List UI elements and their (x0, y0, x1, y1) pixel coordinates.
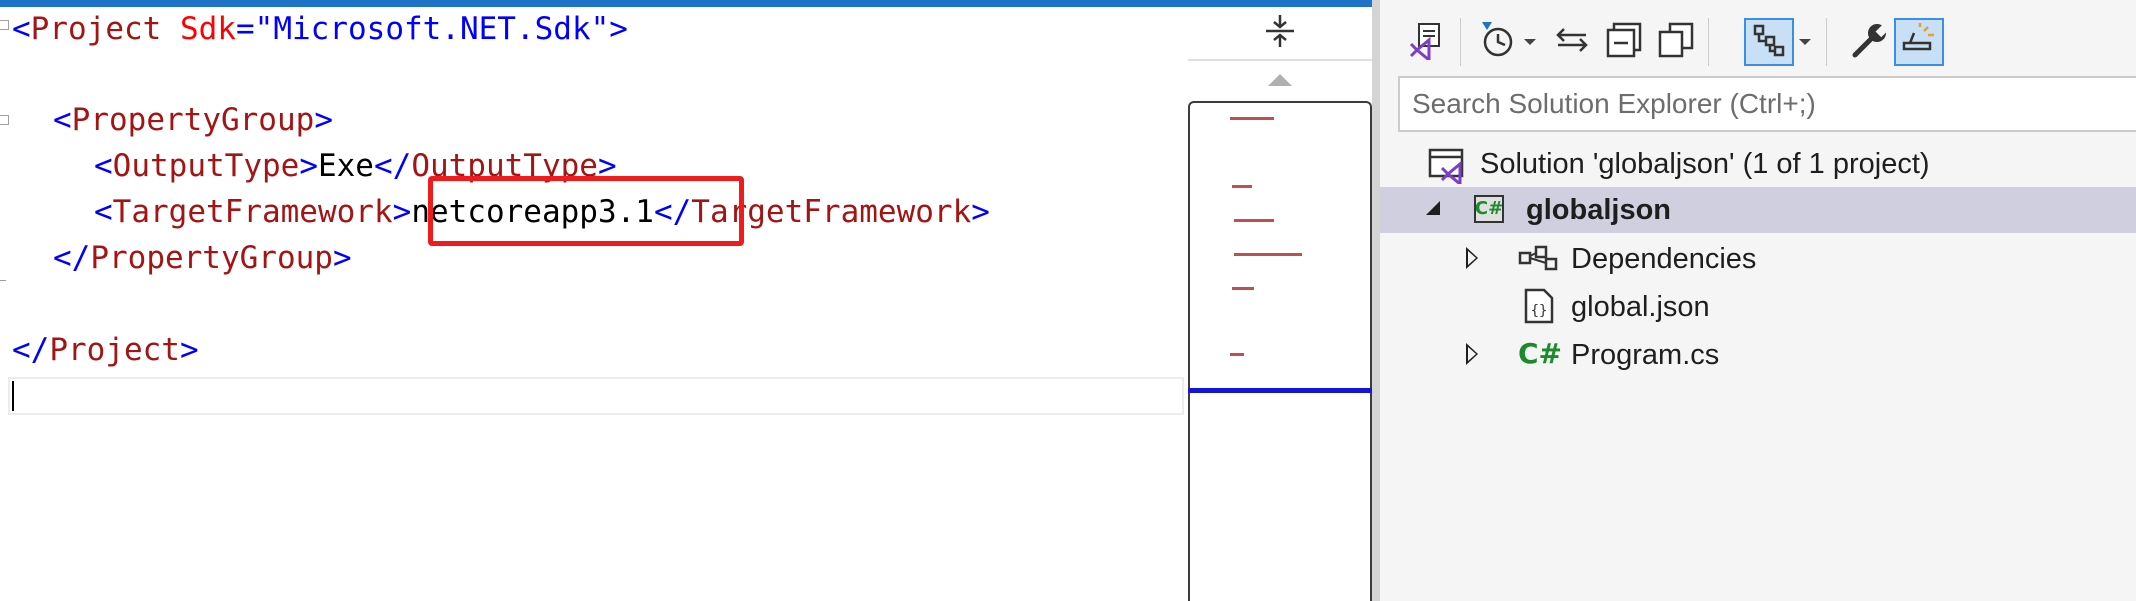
sync-icon (1554, 25, 1590, 59)
json-file-icon: {} (1524, 288, 1554, 338)
tree-item-program-cs[interactable]: C# Program.cs (1380, 332, 2136, 378)
xml-bracket: </ (12, 332, 50, 368)
xml-bracket: < (94, 148, 113, 184)
svg-text:{}: {} (1531, 303, 1548, 319)
code-line-1: <Project Sdk="Microsoft.NET.Sdk"> (12, 9, 628, 49)
preview-icon (1900, 23, 1938, 61)
text-caret (12, 381, 14, 411)
xml-bracket: </ (53, 240, 91, 276)
wrench-icon (1851, 21, 1890, 63)
dropdown-arrow-icon[interactable] (1524, 39, 1536, 45)
fold-marker-propertygroup[interactable] (0, 115, 9, 125)
csharp-project-icon: C# (1474, 195, 1504, 223)
solution-explorer-toolbar (1380, 0, 2136, 76)
search-placeholder: Search Solution Explorer (Ctrl+;) (1412, 88, 1816, 119)
xml-bracket: < (53, 102, 72, 138)
split-view-button[interactable] (1188, 7, 1372, 61)
properties-view-button[interactable] (1744, 18, 1794, 66)
xml-bracket: < (94, 194, 113, 230)
minimap-line (1234, 253, 1302, 256)
tree-item-dependencies[interactable]: Dependencies (1380, 236, 2136, 282)
tree-item-label: global.json (1571, 291, 1710, 323)
xml-tag-name: OutputType (112, 148, 300, 184)
toolbar-separator (1708, 18, 1709, 66)
preview-selected-items-button[interactable] (1894, 18, 1944, 66)
copy-icon (1658, 22, 1694, 62)
tree-item-project[interactable]: C# globaljson (1380, 187, 2136, 233)
collapse-all-icon (1606, 22, 1642, 62)
code-line-6: </PropertyGroup> (53, 238, 352, 278)
dependencies-icon (1518, 243, 1558, 289)
xml-tag-name: Project (49, 332, 180, 368)
solution-explorer: Search Solution Explorer (Ctrl+;) Soluti… (1380, 0, 2136, 601)
split-view-icon (1264, 13, 1296, 53)
xml-bracket: > (392, 194, 412, 230)
annotation-highlight-box (428, 176, 744, 246)
fold-end-marker (0, 280, 6, 281)
code-minimap[interactable] (1188, 101, 1372, 601)
tree-item-label: Solution 'globaljson' (1 of 1 project) (1480, 148, 1930, 180)
editor-tab-underline (0, 0, 1372, 7)
minimap-line (1230, 353, 1244, 356)
fold-marker-project[interactable] (0, 20, 9, 30)
tree-item-label: globaljson (1526, 194, 1671, 226)
tree-item-solution[interactable]: Solution 'globaljson' (1 of 1 project) (1380, 141, 2136, 188)
xml-tag-name: TargetFramework (112, 194, 393, 230)
xml-text-value: Exe (317, 148, 374, 184)
scroll-up-arrow-icon[interactable] (1268, 74, 1292, 86)
show-all-files-button[interactable] (1654, 18, 1698, 66)
xml-tag-name: Project (30, 11, 162, 47)
code-line-8: </Project> (12, 330, 199, 370)
dropdown-arrow-icon (1799, 39, 1811, 45)
tree-view-dropdown[interactable] (1794, 18, 1816, 66)
vs-project-button[interactable] (1404, 18, 1450, 66)
tree-view-icon (1752, 23, 1786, 61)
xml-bracket: > (314, 102, 333, 138)
xml-attribute: Sdk (180, 11, 236, 47)
tree-item-global-json[interactable]: {} global.json (1380, 284, 2136, 330)
xml-bracket: > (299, 148, 318, 184)
csharp-file-icon: C# (1518, 337, 1563, 370)
xml-bracket: > (179, 332, 199, 368)
xml-bracket: </ (373, 148, 412, 184)
current-line-highlight (8, 377, 1184, 415)
xml-bracket: > (609, 11, 628, 47)
pending-changes-filter-button[interactable] (1472, 18, 1542, 66)
xml-equals: = (236, 11, 255, 47)
xml-bracket: > (971, 194, 990, 230)
minimap-line (1230, 117, 1274, 120)
xml-bracket: > (332, 240, 352, 276)
panel-splitter[interactable] (1372, 0, 1380, 601)
toolbar-separator (1460, 18, 1461, 66)
expand-arrow-icon[interactable] (1466, 247, 1478, 269)
properties-button[interactable] (1848, 18, 1892, 66)
collapse-arrow-icon[interactable] (1426, 201, 1440, 215)
csharp-project-glyph: C# (1474, 198, 1504, 219)
editor-scrollbar[interactable] (1188, 7, 1372, 601)
xml-tag-name: PropertyGroup (71, 102, 315, 138)
toolbar-separator (1826, 18, 1827, 66)
history-icon (1478, 20, 1516, 64)
code-line-3: <PropertyGroup> (53, 100, 333, 140)
minimap-line (1234, 219, 1274, 222)
xml-tag-name: PropertyGroup (90, 240, 333, 276)
tree-item-label: Dependencies (1571, 243, 1757, 275)
sync-with-document-button[interactable] (1550, 18, 1594, 66)
tree-item-label: Program.cs (1571, 339, 1720, 371)
minimap-position-indicator (1188, 388, 1372, 393)
minimap-line (1232, 185, 1252, 188)
xml-attribute-value: "Microsoft.NET.Sdk" (254, 11, 610, 47)
expand-arrow-icon[interactable] (1466, 343, 1478, 365)
minimap-line (1232, 287, 1254, 290)
search-solution-explorer-input[interactable]: Search Solution Explorer (Ctrl+;) (1398, 76, 2136, 132)
vs-project-icon (1407, 20, 1447, 64)
collapse-all-button[interactable] (1602, 18, 1646, 66)
code-editor[interactable]: <Project Sdk="Microsoft.NET.Sdk"> <Prope… (0, 0, 1188, 601)
xml-bracket: < (12, 11, 31, 47)
